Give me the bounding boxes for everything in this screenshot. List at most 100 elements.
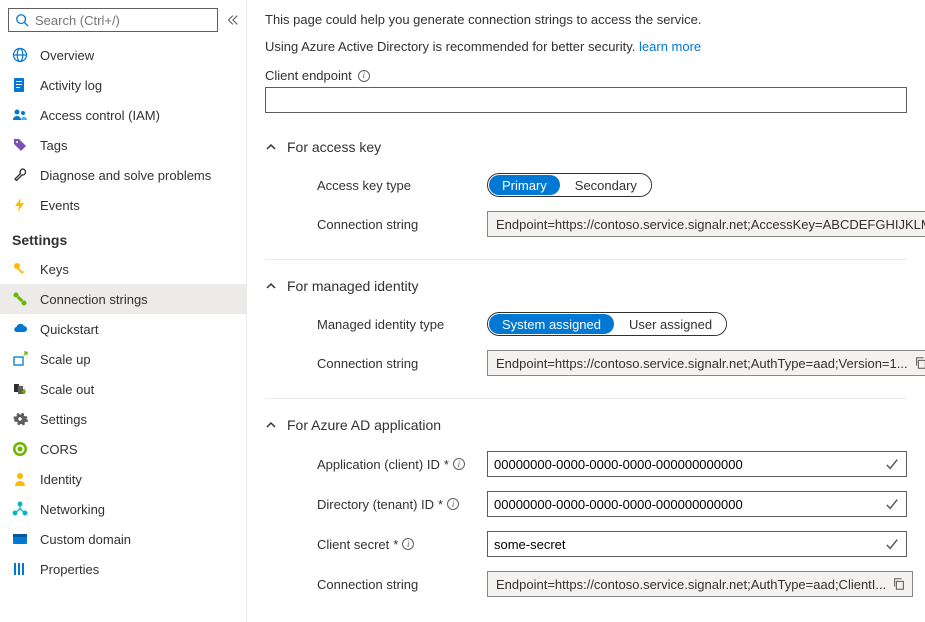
pill-secondary[interactable]: Secondary	[561, 174, 651, 196]
mi-type-label: Managed identity type	[317, 317, 487, 332]
chevron-up-icon	[265, 419, 277, 431]
identity-icon	[12, 471, 28, 487]
nav-label: Properties	[40, 562, 99, 577]
section-toggle-managed-identity[interactable]: For managed identity	[265, 278, 907, 294]
info-icon[interactable]: i	[447, 498, 459, 510]
collapse-sidebar-button[interactable]	[222, 10, 242, 30]
cloud-icon	[12, 321, 28, 337]
mi-conn-box: Endpoint=https://contoso.service.signalr…	[487, 350, 925, 376]
nav-label: Overview	[40, 48, 94, 63]
mi-conn-label: Connection string	[317, 356, 487, 371]
sidebar-item-overview[interactable]: Overview	[0, 40, 246, 70]
client-secret-input[interactable]	[487, 531, 907, 557]
info-icon[interactable]: i	[358, 70, 370, 82]
chevron-up-icon	[265, 280, 277, 292]
scaleup-icon	[12, 351, 28, 367]
intro-line-1: This page could help you generate connec…	[265, 12, 907, 27]
info-icon[interactable]: i	[453, 458, 465, 470]
nav-label: Networking	[40, 502, 105, 517]
sidebar-item-access-control[interactable]: Access control (IAM)	[0, 100, 246, 130]
globe-icon	[12, 47, 28, 63]
tag-icon	[12, 137, 28, 153]
nav-label: Diagnose and solve problems	[40, 168, 211, 183]
client-endpoint-input[interactable]	[265, 87, 907, 113]
nav-label: Tags	[40, 138, 67, 153]
nav-label: Custom domain	[40, 532, 131, 547]
section-toggle-aad[interactable]: For Azure AD application	[265, 417, 907, 433]
sidebar-item-scale-up[interactable]: Scale up	[0, 344, 246, 374]
tenant-id-label: Directory (tenant) ID * i	[317, 497, 487, 512]
aad-conn-label: Connection string	[317, 577, 487, 592]
sidebar-item-identity[interactable]: Identity	[0, 464, 246, 494]
client-secret-label: Client secret * i	[317, 537, 487, 552]
properties-icon	[12, 561, 28, 577]
sidebar-item-cors[interactable]: CORS	[0, 434, 246, 464]
sidebar-item-settings[interactable]: Settings	[0, 404, 246, 434]
nav-label: Activity log	[40, 78, 102, 93]
copy-icon[interactable]	[892, 577, 906, 591]
access-key-conn-label: Connection string	[317, 217, 487, 232]
scaleout-icon	[12, 381, 28, 397]
chevron-up-icon	[265, 141, 277, 153]
mi-type-toggle[interactable]: System assigned User assigned	[487, 312, 727, 336]
nav-label: Connection strings	[40, 292, 148, 307]
sidebar-item-properties[interactable]: Properties	[0, 554, 246, 584]
nav: Overview Activity log Access control (IA…	[0, 40, 246, 622]
sidebar: Overview Activity log Access control (IA…	[0, 0, 247, 622]
nav-label: CORS	[40, 442, 78, 457]
nav-label: Settings	[40, 412, 87, 427]
nav-label: Scale up	[40, 352, 91, 367]
pill-system-assigned[interactable]: System assigned	[489, 314, 614, 334]
sidebar-item-diagnose[interactable]: Diagnose and solve problems	[0, 160, 246, 190]
nav-label: Quickstart	[40, 322, 99, 337]
tenant-id-input[interactable]	[487, 491, 907, 517]
sidebar-item-tags[interactable]: Tags	[0, 130, 246, 160]
gear-icon	[12, 411, 28, 427]
access-key-type-label: Access key type	[317, 178, 487, 193]
nav-label: Scale out	[40, 382, 94, 397]
aad-conn-box: Endpoint=https://contoso.service.signalr…	[487, 571, 913, 597]
section-managed-identity: For managed identity Managed identity ty…	[265, 260, 907, 399]
bolt-icon	[12, 197, 28, 213]
section-access-key: For access key Access key type Primary S…	[265, 121, 907, 260]
network-icon	[12, 501, 28, 517]
info-icon[interactable]: i	[402, 538, 414, 550]
log-icon	[12, 77, 28, 93]
connection-icon	[12, 291, 28, 307]
access-key-conn-box: Endpoint=https://contoso.service.signalr…	[487, 211, 925, 237]
search-input[interactable]	[35, 13, 211, 28]
cors-icon	[12, 441, 28, 457]
copy-icon[interactable]	[914, 356, 925, 370]
sidebar-item-networking[interactable]: Networking	[0, 494, 246, 524]
app-id-label: Application (client) ID * i	[317, 457, 487, 472]
aad-conn-value: Endpoint=https://contoso.service.signalr…	[496, 577, 886, 592]
access-key-type-toggle[interactable]: Primary Secondary	[487, 173, 652, 197]
sidebar-item-events[interactable]: Events	[0, 190, 246, 220]
section-toggle-access-key[interactable]: For access key	[265, 139, 907, 155]
sidebar-item-scale-out[interactable]: Scale out	[0, 374, 246, 404]
section-aad: For Azure AD application Application (cl…	[265, 399, 907, 619]
domain-icon	[12, 531, 28, 547]
intro-line-2: Using Azure Active Directory is recommen…	[265, 39, 907, 54]
client-endpoint-label: Client endpoint i	[265, 68, 907, 83]
key-icon	[12, 261, 28, 277]
sidebar-item-keys[interactable]: Keys	[0, 254, 246, 284]
nav-label: Identity	[40, 472, 82, 487]
pill-user-assigned[interactable]: User assigned	[615, 313, 726, 335]
sidebar-heading-settings: Settings	[0, 220, 246, 254]
access-key-conn-value: Endpoint=https://contoso.service.signalr…	[496, 217, 925, 232]
app-id-input[interactable]	[487, 451, 907, 477]
sidebar-item-quickstart[interactable]: Quickstart	[0, 314, 246, 344]
search-icon	[15, 13, 29, 27]
search-box[interactable]	[8, 8, 218, 32]
pill-primary[interactable]: Primary	[489, 175, 560, 195]
sidebar-item-custom-domain[interactable]: Custom domain	[0, 524, 246, 554]
wrench-icon	[12, 167, 28, 183]
nav-label: Events	[40, 198, 80, 213]
sidebar-item-connection-strings[interactable]: Connection strings	[0, 284, 246, 314]
people-icon	[12, 107, 28, 123]
nav-label: Access control (IAM)	[40, 108, 160, 123]
sidebar-item-activity-log[interactable]: Activity log	[0, 70, 246, 100]
mi-conn-value: Endpoint=https://contoso.service.signalr…	[496, 356, 908, 371]
learn-more-link[interactable]: learn more	[639, 39, 701, 54]
